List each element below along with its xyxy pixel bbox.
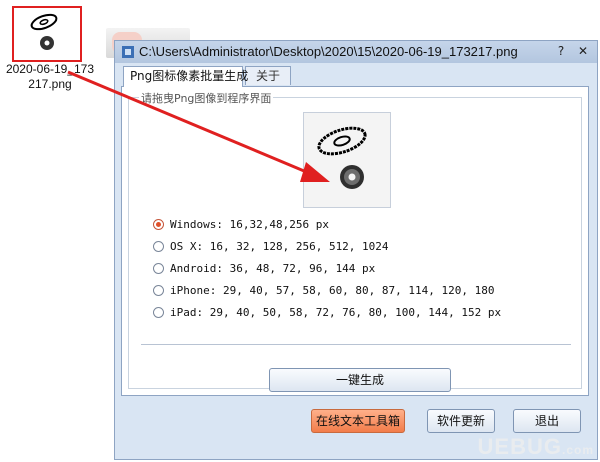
text-toolbox-button[interactable]: 在线文本工具箱 <box>311 409 405 433</box>
option-iphone[interactable]: iPhone: 29, 40, 57, 58, 60, 80, 87, 114,… <box>153 282 495 300</box>
disc-thumbnail-icon <box>30 13 58 50</box>
radio-iphone[interactable] <box>153 285 164 296</box>
option-ipad-label: iPad: 29, 40, 50, 58, 72, 76, 80, 100, 1… <box>170 306 502 319</box>
option-iphone-label: iPhone: 29, 40, 57, 58, 60, 80, 87, 114,… <box>170 284 495 297</box>
radio-ipad[interactable] <box>153 307 164 318</box>
watermark-suffix: .com <box>561 443 594 457</box>
window-title: C:\Users\Administrator\Desktop\2020\15\2… <box>139 44 518 59</box>
generate-button[interactable]: 一键生成 <box>269 368 451 392</box>
app-icon <box>122 46 134 58</box>
desktop-file-label[interactable]: 2020-06-19_173 217.png <box>0 62 100 92</box>
disc-preview-icon <box>317 126 367 189</box>
watermark-text: UEBUG <box>477 434 562 459</box>
drop-groupbox: 请拖曳Png图像到程序界面 Windows: 16,32,48,256 px O… <box>128 90 582 392</box>
option-android[interactable]: Android: 36, 48, 72, 96, 144 px <box>153 260 375 278</box>
option-windows[interactable]: Windows: 16,32,48,256 px <box>153 216 329 234</box>
image-preview[interactable] <box>303 112 391 208</box>
help-button[interactable]: ? <box>553 43 569 59</box>
title-bar[interactable]: C:\Users\Administrator\Desktop\2020\15\2… <box>115 41 597 63</box>
watermark-logo: UEBUG.com <box>478 434 594 460</box>
option-ipad[interactable]: iPad: 29, 40, 50, 58, 72, 76, 80, 100, 1… <box>153 304 501 322</box>
close-button[interactable]: ✕ <box>575 43 591 59</box>
option-osx-label: OS X: 16, 32, 128, 256, 512, 1024 <box>170 240 389 253</box>
software-update-button[interactable]: 软件更新 <box>427 409 495 433</box>
option-windows-label: Windows: 16,32,48,256 px <box>170 218 329 231</box>
exit-button[interactable]: 退出 <box>513 409 581 433</box>
radio-windows[interactable] <box>153 219 164 230</box>
radio-android[interactable] <box>153 263 164 274</box>
app-window: C:\Users\Administrator\Desktop\2020\15\2… <box>114 40 598 460</box>
tab-panel: 请拖曳Png图像到程序界面 Windows: 16,32,48,256 px O… <box>121 86 589 396</box>
radio-osx[interactable] <box>153 241 164 252</box>
option-android-label: Android: 36, 48, 72, 96, 144 px <box>170 262 376 275</box>
divider <box>141 344 571 345</box>
group-label: 请拖曳Png图像到程序界面 <box>139 90 274 106</box>
option-osx[interactable]: OS X: 16, 32, 128, 256, 512, 1024 <box>153 238 389 256</box>
tab-png-batch[interactable]: Png图标像素批量生成 <box>123 66 248 87</box>
tab-about[interactable]: 关于 <box>245 66 291 85</box>
